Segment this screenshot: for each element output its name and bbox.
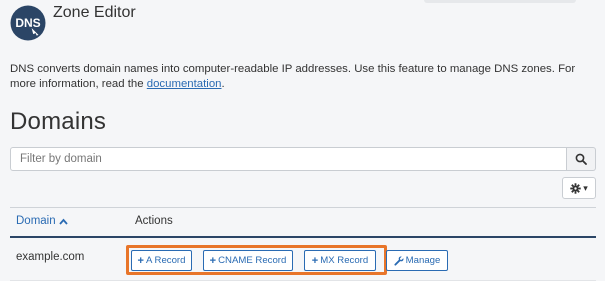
manage-button[interactable]: Manage (386, 250, 448, 271)
search-icon (575, 153, 587, 165)
caret-down-icon: ▾ (583, 182, 588, 193)
mx-record-button[interactable]: + MX Record (304, 250, 376, 271)
search-button[interactable] (567, 147, 596, 171)
intro-text: DNS converts domain names into computer-… (10, 62, 595, 91)
table-header: Domain Actions (10, 207, 596, 238)
a-record-label: A Record (145, 255, 186, 266)
plus-icon: + (137, 254, 144, 267)
app-title: Zone Editor (53, 4, 136, 21)
search-bar (10, 147, 596, 173)
cname-record-button[interactable]: + CNAME Record (203, 250, 293, 271)
documentation-link[interactable]: documentation (147, 78, 222, 90)
plus-icon: + (209, 254, 217, 267)
logo-text: DNS (15, 16, 40, 30)
mx-record-label: MX Record (320, 255, 369, 266)
domain-cell: example.com (16, 251, 85, 263)
settings-button[interactable]: ▾ (562, 177, 596, 199)
domain-header-label: Domain (16, 215, 56, 227)
domains-table: Domain Actions example.com + A Record + … (10, 207, 596, 281)
intro-suffix: . (221, 77, 225, 90)
wrench-icon (394, 255, 404, 266)
manage-label: Manage (405, 255, 441, 266)
sort-ascending-icon (58, 218, 68, 225)
domain-column-header[interactable]: Domain (16, 215, 68, 227)
top-strip (424, 0, 576, 3)
dns-logo-icon: DNS (10, 5, 46, 41)
intro-body: DNS converts domain names into computer-… (10, 63, 576, 90)
a-record-button[interactable]: + A Record (131, 250, 192, 271)
cname-record-label: CNAME Record (218, 255, 287, 266)
plus-icon: + (311, 254, 319, 267)
table-row: example.com + A Record + CNAME Record + … (10, 238, 596, 281)
gear-icon (570, 182, 581, 194)
actions-column-header: Actions (135, 215, 173, 227)
search-input[interactable] (10, 147, 567, 171)
page-title: Domains (10, 108, 107, 135)
